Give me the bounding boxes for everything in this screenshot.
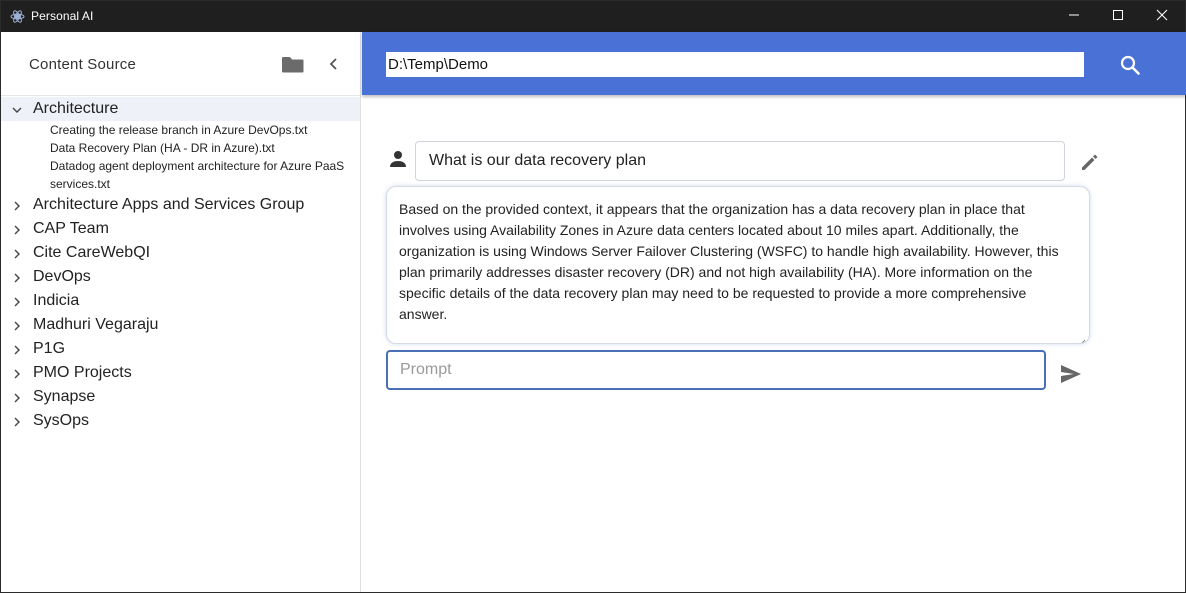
folder-icon [281,57,305,79]
chevron-left-icon [324,58,344,78]
title-bar: Personal AI [1,1,1185,32]
send-button[interactable] [1059,363,1083,385]
person-icon [387,148,409,170]
tree-node-label: Synapse [33,388,96,405]
resize-grip-icon[interactable] [1078,332,1086,343]
tree-node-label: Indicia [33,292,80,309]
sidebar-header: Content Source [1,32,360,96]
chevron-right-icon[interactable] [11,391,23,403]
tree-node[interactable]: Synapse [1,385,360,409]
tree-file-item[interactable]: Creating the release branch in Azure Dev… [1,121,360,139]
tree-file-item[interactable]: Data Recovery Plan (HA - DR in Azure).tx… [1,139,360,157]
app-logo-icon [10,9,25,24]
tree-file-item[interactable]: Datadog agent deployment architecture fo… [1,157,360,193]
send-icon [1059,365,1083,389]
chevron-right-icon[interactable] [11,271,23,283]
chevron-right-icon[interactable] [11,295,23,307]
tree-node[interactable]: Architecture Apps and Services Group [1,193,360,217]
tree-node[interactable]: SysOps [1,409,360,433]
tree-node[interactable]: PMO Projects [1,361,360,385]
maximize-button[interactable] [1095,1,1141,32]
search-icon [1118,55,1142,81]
chevron-right-icon[interactable] [11,415,23,427]
sidebar-title: Content Source [29,56,137,73]
prompt-input[interactable] [386,350,1046,390]
chevron-right-icon[interactable] [11,223,23,235]
tree-node[interactable]: Indicia [1,289,360,313]
tree-node[interactable]: DevOps [1,265,360,289]
window-title: Personal AI [31,9,94,23]
tree-node-label: Architecture Apps and Services Group [33,196,305,213]
minimize-button[interactable] [1051,1,1097,32]
path-bar [362,32,1186,95]
chevron-right-icon[interactable] [11,199,23,211]
tree-node-label: Architecture [33,100,119,117]
chevron-right-icon[interactable] [11,247,23,259]
chevron-right-icon[interactable] [11,367,23,379]
minimize-icon [1068,8,1080,26]
path-input[interactable] [386,52,1084,77]
chevron-down-icon[interactable] [11,103,23,115]
tree-node[interactable]: P1G [1,337,360,361]
tree-node-label: DevOps [33,268,91,285]
tree-node-label: CAP Team [33,220,109,237]
chevron-right-icon[interactable] [11,343,23,355]
tree-node-label: PMO Projects [33,364,132,381]
close-icon [1156,8,1168,26]
edit-question-button[interactable] [1079,151,1101,173]
chevron-right-icon[interactable] [11,319,23,331]
tree-node[interactable]: Madhuri Vegaraju [1,313,360,337]
tree-node[interactable]: Cite CareWebQI [1,241,360,265]
tree-node-label: Madhuri Vegaraju [33,316,159,333]
maximize-icon [1112,8,1124,26]
tree-node[interactable]: CAP Team [1,217,360,241]
app-window: Personal AI Content Source Architecture … [0,0,1186,593]
content-tree: Architecture Creating the release branch … [1,97,360,433]
pencil-icon [1079,154,1101,177]
open-folder-button[interactable] [281,53,305,75]
tree-node-label: Cite CareWebQI [33,244,151,261]
search-button[interactable] [1118,53,1142,77]
collapse-sidebar-button[interactable] [324,54,344,74]
tree-node-label: SysOps [33,412,90,429]
answer-textarea[interactable]: Based on the provided context, it appear… [386,186,1090,344]
question-field[interactable] [415,141,1065,181]
tree-node[interactable]: Architecture [1,97,360,121]
content-source-sidebar: Content Source Architecture Creating the … [1,32,361,592]
answer-text: Based on the provided context, it appear… [399,201,1059,322]
close-button[interactable] [1139,1,1185,32]
tree-node-label: P1G [33,340,66,357]
